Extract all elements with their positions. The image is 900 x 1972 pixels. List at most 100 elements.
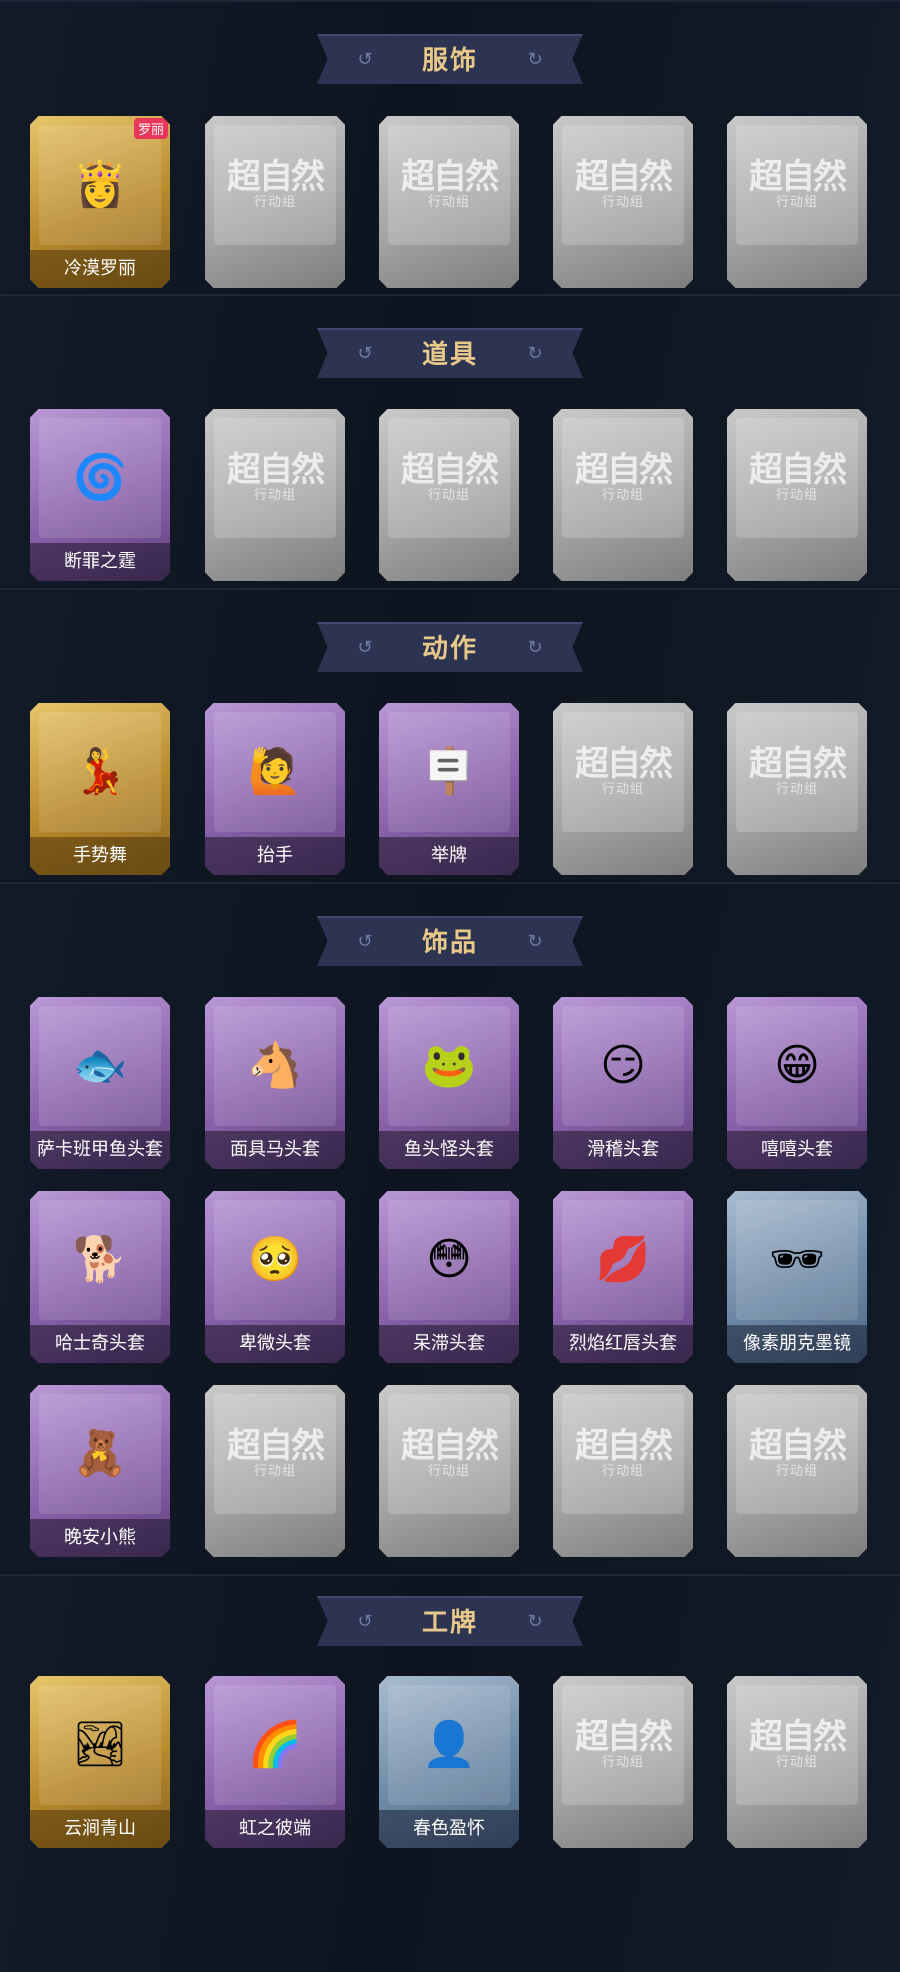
item-art: 超自然 行动组 bbox=[736, 418, 858, 538]
item-card-empty[interactable]: 超自然 行动组 bbox=[205, 116, 345, 288]
item-card-empty[interactable]: 超自然 行动组 bbox=[379, 1385, 519, 1557]
item-label: 卑微头套 bbox=[205, 1325, 345, 1363]
item-art: 超自然 行动组 bbox=[562, 1685, 684, 1805]
placeholder-logo-sub: 行动组 bbox=[775, 488, 818, 504]
item-card-empty[interactable]: 超自然 行动组 bbox=[553, 1385, 693, 1557]
item-label: 萨卡班甲鱼头套 bbox=[30, 1131, 170, 1169]
item-card[interactable]: 🥺 卑微头套 bbox=[205, 1191, 345, 1363]
placeholder-logo-main: 超自然 bbox=[401, 450, 499, 491]
horse-head-mask-icon: 🐴 bbox=[247, 1040, 303, 1091]
banner-ornament-right-icon: ↻ bbox=[527, 49, 543, 70]
item-card[interactable]: 🕶 像素朋克墨镜 bbox=[727, 1191, 867, 1363]
section-banner: ↺ 饰品 ↻ bbox=[317, 916, 583, 966]
item-card[interactable]: 🐟 萨卡班甲鱼头套 bbox=[30, 997, 170, 1169]
placeholder-logo-sub: 行动组 bbox=[601, 1464, 644, 1480]
item-art: 🌈 bbox=[214, 1685, 336, 1805]
item-card[interactable]: 💋 烈焰红唇头套 bbox=[553, 1191, 693, 1363]
item-label: 断罪之霆 bbox=[30, 543, 170, 581]
item-label: 云涧青山 bbox=[30, 1810, 170, 1848]
placeholder-logo: 超自然 行动组 bbox=[401, 1426, 499, 1480]
section-2: ↺ 动作 ↻ 💃 手势舞 🙋 抬手 🪧 举牌 超自然 行动组 超自然 行动组 bbox=[0, 588, 900, 880]
item-card-empty[interactable]: 超自然 行动组 bbox=[553, 703, 693, 875]
item-card-empty[interactable]: 超自然 行动组 bbox=[727, 1385, 867, 1557]
placeholder-logo: 超自然 行动组 bbox=[227, 1428, 325, 1480]
section-banner: ↺ 服饰 ↻ bbox=[317, 34, 583, 84]
item-label: 像素朋克墨镜 bbox=[727, 1325, 867, 1363]
section-0: ↺ 服饰 ↻ 👸 罗丽 冷漠罗丽 超自然 行动组 超自然 行动组 超自然 行动组 超自然 行动组 bbox=[0, 0, 900, 292]
item-card-empty[interactable]: 超自然 行动组 bbox=[205, 409, 345, 581]
placeholder-logo-main: 超自然 bbox=[749, 744, 847, 785]
placeholder-logo: 超自然 行动组 bbox=[749, 1719, 847, 1769]
placeholder-logo-sub: 行动组 bbox=[253, 1464, 296, 1480]
section-banner: ↺ 动作 ↻ bbox=[317, 622, 583, 672]
item-card[interactable]: 👤 春色盈怀 bbox=[379, 1676, 519, 1848]
item-art: 🐸 bbox=[388, 1006, 510, 1126]
rainbow-badge-icon: 🌈 bbox=[247, 1719, 303, 1770]
item-art: 🐕 bbox=[39, 1200, 161, 1320]
item-card-empty[interactable]: 超自然 行动组 bbox=[727, 409, 867, 581]
item-card[interactable]: 🙋 抬手 bbox=[205, 703, 345, 875]
silhouette-badge-icon: 👤 bbox=[421, 1719, 477, 1770]
item-card-empty[interactable]: 超自然 行动组 bbox=[379, 116, 519, 288]
item-card-empty[interactable]: 超自然 行动组 bbox=[379, 409, 519, 581]
item-card-empty[interactable]: 超自然 行动组 bbox=[727, 703, 867, 875]
item-card[interactable]: 🌈 虹之彼端 bbox=[205, 1676, 345, 1848]
section-banner: ↺ 道具 ↻ bbox=[317, 328, 583, 378]
item-art: 超自然 行动组 bbox=[562, 712, 684, 832]
item-card[interactable]: 🧸 晚安小熊 bbox=[30, 1385, 170, 1557]
item-label: 晚安小熊 bbox=[30, 1519, 170, 1557]
fish-monster-mask-icon: 🐸 bbox=[421, 1040, 477, 1091]
placeholder-logo-main: 超自然 bbox=[749, 450, 847, 491]
placeholder-logo: 超自然 行动组 bbox=[749, 1428, 847, 1478]
placeholder-logo-main: 超自然 bbox=[575, 1717, 673, 1758]
item-art: 🏞 bbox=[39, 1685, 161, 1805]
item-card[interactable]: 🪧 举牌 bbox=[379, 703, 519, 875]
item-card[interactable]: 🐕 哈士奇头套 bbox=[30, 1191, 170, 1363]
character-portrait-icon: 👸 bbox=[72, 159, 128, 210]
item-art: 🌀 bbox=[39, 418, 161, 538]
placeholder-logo-main: 超自然 bbox=[575, 744, 673, 785]
item-card[interactable]: 🌀 断罪之霆 bbox=[30, 409, 170, 581]
item-card[interactable]: 😏 滑稽头套 bbox=[553, 997, 693, 1169]
item-card-empty[interactable]: 超自然 行动组 bbox=[727, 116, 867, 288]
item-art: 🙋 bbox=[214, 712, 336, 832]
item-art: 😁 bbox=[736, 1006, 858, 1126]
item-card-empty[interactable]: 超自然 行动组 bbox=[553, 116, 693, 288]
item-card[interactable]: 😁 嘻嘻头套 bbox=[727, 997, 867, 1169]
section-banner: ↺ 工牌 ↻ bbox=[317, 1596, 583, 1646]
landscape-badge-icon: 🏞 bbox=[72, 1719, 128, 1770]
item-art: 👸 bbox=[39, 125, 161, 245]
item-label: 面具马头套 bbox=[205, 1131, 345, 1169]
item-art: 超自然 行动组 bbox=[388, 418, 510, 538]
placeholder-logo-main: 超自然 bbox=[575, 450, 673, 491]
item-label: 举牌 bbox=[379, 837, 519, 875]
item-art: 超自然 行动组 bbox=[736, 1685, 858, 1805]
smirk-face-mask-icon: 😏 bbox=[600, 1040, 646, 1091]
item-card[interactable]: 👸 罗丽 冷漠罗丽 bbox=[30, 116, 170, 288]
placeholder-logo-main: 超自然 bbox=[575, 1426, 673, 1467]
item-art: 🧸 bbox=[39, 1394, 161, 1514]
placeholder-logo: 超自然 行动组 bbox=[401, 159, 499, 209]
item-label: 烈焰红唇头套 bbox=[553, 1325, 693, 1363]
placeholder-logo: 超自然 行动组 bbox=[749, 450, 847, 504]
item-art: 👤 bbox=[388, 1685, 510, 1805]
banner-ornament-right-icon: ↻ bbox=[527, 931, 543, 952]
item-art: 超自然 行动组 bbox=[736, 1394, 858, 1514]
item-card[interactable]: 🏞 云涧青山 bbox=[30, 1676, 170, 1848]
item-card[interactable]: 😳 呆滞头套 bbox=[379, 1191, 519, 1363]
pixel-sunglasses-icon: 🕶 bbox=[769, 1234, 825, 1285]
placeholder-logo-sub: 行动组 bbox=[427, 1464, 470, 1480]
placeholder-logo-main: 超自然 bbox=[401, 1426, 499, 1467]
item-card-empty[interactable]: 超自然 行动组 bbox=[553, 1676, 693, 1848]
item-card[interactable]: 🐴 面具马头套 bbox=[205, 997, 345, 1169]
grin-face-mask-icon: 😁 bbox=[774, 1040, 820, 1091]
item-art: 超自然 行动组 bbox=[388, 1394, 510, 1514]
item-label: 手势舞 bbox=[30, 837, 170, 875]
item-card-empty[interactable]: 超自然 行动组 bbox=[727, 1676, 867, 1848]
item-card[interactable]: 🐸 鱼头怪头套 bbox=[379, 997, 519, 1169]
item-card-empty[interactable]: 超自然 行动组 bbox=[205, 1385, 345, 1557]
item-card[interactable]: 💃 手势舞 bbox=[30, 703, 170, 875]
item-label: 哈士奇头套 bbox=[30, 1325, 170, 1363]
placeholder-logo-sub: 行动组 bbox=[775, 195, 818, 211]
item-card-empty[interactable]: 超自然 行动组 bbox=[553, 409, 693, 581]
